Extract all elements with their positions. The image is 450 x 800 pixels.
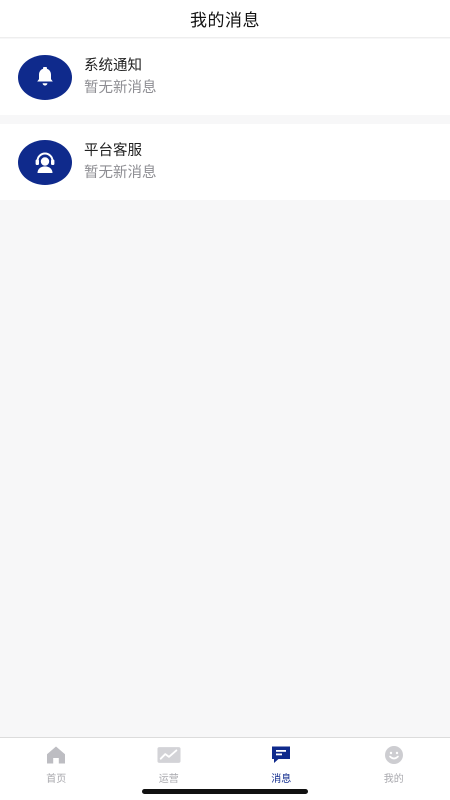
message-title: 平台客服	[84, 142, 142, 159]
tab-home[interactable]: 首页	[0, 738, 113, 800]
chart-icon	[157, 745, 181, 765]
tab-label: 我的	[383, 774, 404, 785]
bell-icon	[18, 54, 72, 100]
smiley-icon	[382, 745, 406, 765]
page-title: 我的消息	[190, 11, 260, 31]
message-subtitle: 暂无新消息	[84, 164, 157, 181]
page-header: 我的消息	[0, 0, 450, 38]
message-item-customer-service[interactable]: 平台客服 暂无新消息	[0, 124, 450, 200]
tab-label: 消息	[271, 774, 292, 785]
message-list: 系统通知 暂无新消息 平台客服 暂无新消息	[0, 39, 450, 200]
message-subtitle: 暂无新消息	[84, 79, 157, 96]
tab-mine[interactable]: 我的	[338, 738, 450, 800]
home-icon	[44, 745, 68, 765]
tab-label: 运营	[158, 774, 179, 785]
home-indicator[interactable]	[142, 789, 308, 794]
message-item-system-notice[interactable]: 系统通知 暂无新消息	[0, 39, 450, 115]
app-root: 我的消息 系统通知 暂无新消息 平台客服 暂无新消息 首页 运营 消息 我的	[0, 0, 450, 800]
tab-label: 首页	[46, 774, 67, 785]
message-title: 系统通知	[84, 57, 142, 74]
customer-service-icon	[18, 139, 72, 185]
message-icon	[269, 745, 293, 765]
